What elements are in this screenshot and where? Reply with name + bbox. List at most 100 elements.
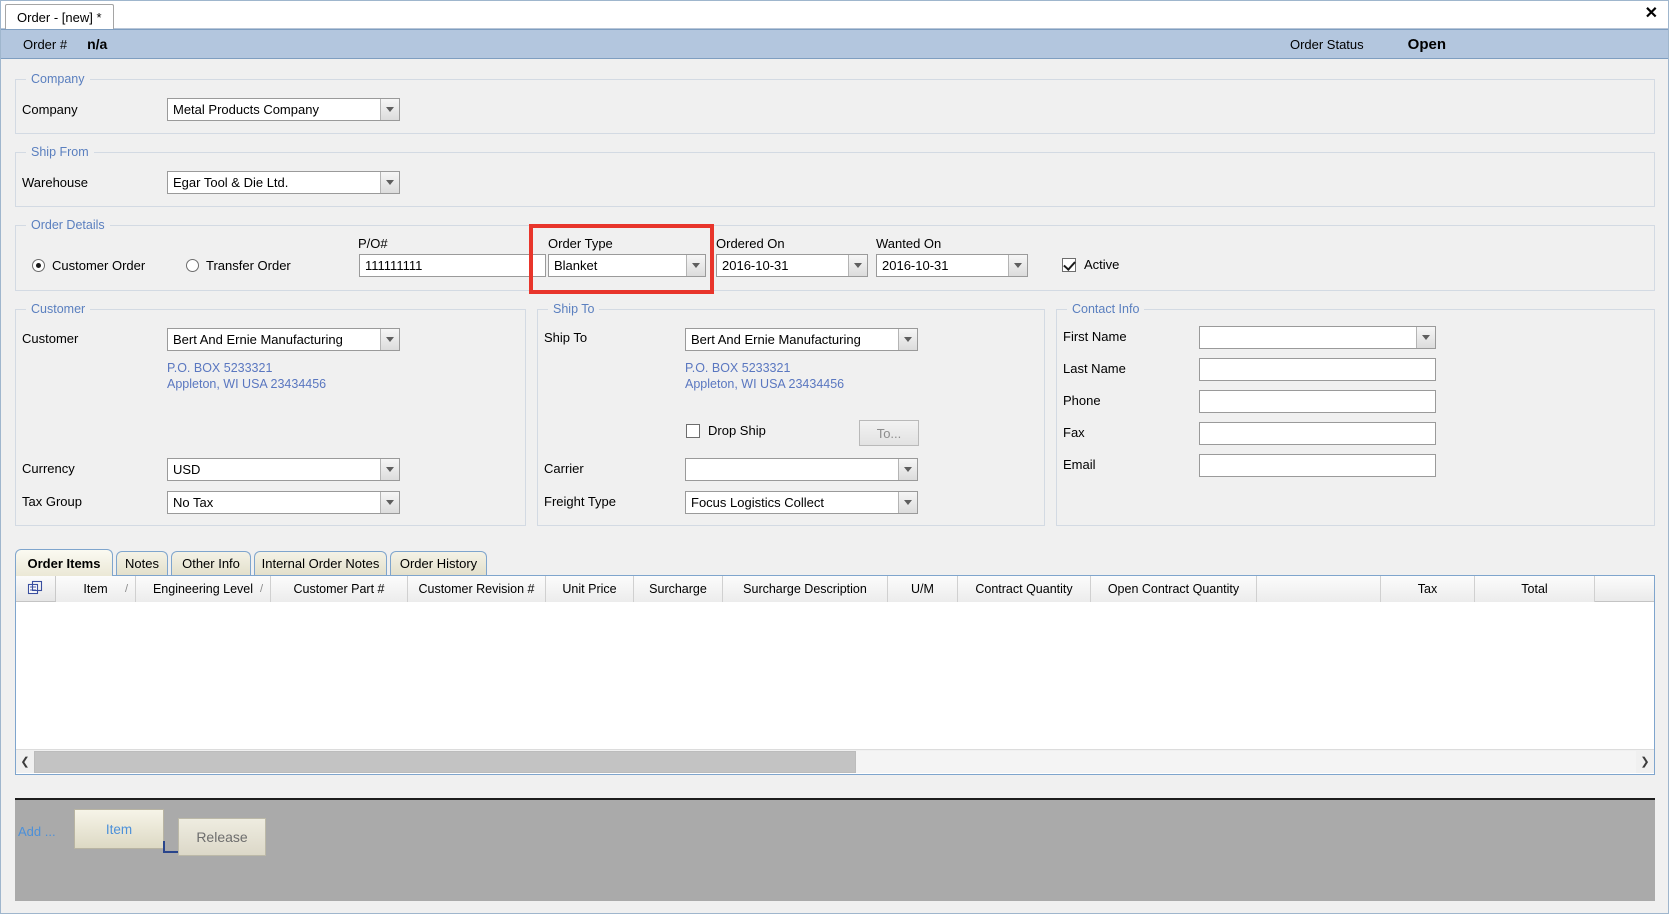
contact-info-group-legend: Contact Info [1067,302,1145,316]
order-status-block: Order Status Open [1290,36,1668,53]
freight-type-combo[interactable]: Focus Logistics Collect [685,491,918,514]
drop-ship-checkbox-label: Drop Ship [708,423,766,438]
grid-select-icon[interactable] [16,576,56,601]
grid-column-header-contract-quantity[interactable]: Contract Quantity [958,576,1091,602]
grid-column-header-unit-price[interactable]: Unit Price [546,576,634,602]
release-button[interactable]: Release [178,818,266,856]
grid-column-header-item[interactable]: Item / [56,576,136,602]
chevron-right-icon[interactable]: ❯ [1636,751,1654,773]
email-input[interactable] [1199,454,1436,477]
grid-column-header-label: U/M [911,582,934,596]
customer-address-line1: P.O. BOX 5233321 [167,361,273,375]
customer-group: Customer Customer Bert And Ernie Manufac… [15,302,526,526]
hscroll-track[interactable] [34,750,1636,773]
chevron-down-icon[interactable] [380,492,399,513]
detail-tabstrip: Order Items Notes Other Info Internal Order… [15,549,1655,576]
freight-type-combo-value: Focus Logistics Collect [691,495,824,510]
tab-order-items[interactable]: Order Items [15,549,113,576]
company-group-legend: Company [26,72,90,86]
chevron-down-icon[interactable] [380,99,399,120]
ship-to-address-line2: Appleton, WI USA 23434456 [685,377,845,391]
tax-group-combo[interactable]: No Tax [167,491,400,514]
grid-body[interactable] [16,602,1654,749]
carrier-combo[interactable] [685,458,918,481]
chevron-down-icon[interactable] [898,459,917,480]
grid-column-header-blank-10[interactable] [1257,576,1381,602]
drop-ship-to-button[interactable]: To... [859,420,919,446]
ordered-on-label: Ordered On [716,236,785,251]
close-icon[interactable]: ✕ [1645,5,1658,23]
radio-transfer-order[interactable]: Transfer Order [186,258,291,273]
tab-notes[interactable]: Notes [116,551,168,575]
grid-column-header-open-contract-quantity[interactable]: Open Contract Quantity [1091,576,1257,602]
grid-column-header-customer-revision[interactable]: Customer Revision # [408,576,546,602]
document-tab-order[interactable]: Order - [new] * [5,4,114,29]
tab-internal-order-notes[interactable]: Internal Order Notes [254,551,387,575]
po-number-input[interactable]: 111111111 [359,254,546,277]
company-combo[interactable]: Metal Products Company [167,98,400,121]
wanted-on-datepicker[interactable]: 2016-10-31 [876,254,1028,277]
chevron-down-icon[interactable] [1008,255,1027,276]
order-header-bar: Order # n/a Order Status Open [1,29,1668,59]
bottom-toolbar: Add ... Item Release [15,798,1655,901]
ship-from-group: Ship From Warehouse Egar Tool & Die Ltd. [15,145,1655,207]
contact-info-group: Contact Info First Name Last Name Phone … [1056,302,1655,526]
wanted-on-label: Wanted On [876,236,942,251]
customer-combo[interactable]: Bert And Ernie Manufacturing [167,328,400,351]
grid-column-header-engineering-level[interactable]: Engineering Level / [136,576,271,602]
radio-transfer-order-label: Transfer Order [206,258,291,273]
sort-indicator-icon[interactable]: / [125,583,128,595]
ship-to-combo-value: Bert And Ernie Manufacturing [691,332,861,347]
chevron-down-icon[interactable] [898,492,917,513]
ship-to-address-line1: P.O. BOX 5233321 [685,361,791,375]
add-item-button[interactable]: Item [74,809,164,849]
ordered-on-datepicker[interactable]: 2016-10-31 [716,254,868,277]
active-checkbox-indicator[interactable] [1062,257,1076,272]
chevron-down-icon[interactable] [1416,327,1435,348]
first-name-combo[interactable] [1199,326,1436,349]
chevron-down-icon[interactable] [380,329,399,350]
chevron-left-icon[interactable]: ❮ [16,751,34,773]
tab-label: Order Items [27,555,101,571]
po-number-label: P/O# [358,236,388,251]
radio-customer-order[interactable]: Customer Order [32,258,145,273]
chevron-down-icon[interactable] [848,255,867,276]
radio-customer-order-indicator[interactable] [32,259,45,272]
last-name-input[interactable] [1199,358,1436,381]
document-tab-label: Order - [new] * [17,10,102,25]
grid-column-header-label: Item [83,582,108,596]
grid-column-header-surcharge-description[interactable]: Surcharge Description [723,576,888,602]
grid-horizontal-scrollbar[interactable]: ❮ ❯ [16,749,1654,773]
grid-column-header-tax[interactable]: Tax [1381,576,1475,602]
grid-column-header-customer-part[interactable]: Customer Part # [271,576,408,602]
currency-combo[interactable]: USD [167,458,400,481]
grid-column-header-total[interactable]: Total [1475,576,1595,602]
grid-column-header-surcharge[interactable]: Surcharge [634,576,723,602]
add-item-button-label: Item [105,821,133,837]
tax-group-combo-value: No Tax [173,495,214,510]
radio-transfer-order-indicator[interactable] [186,259,199,272]
tab-other-info[interactable]: Other Info [171,551,251,575]
email-label: Email [1063,457,1096,472]
warehouse-combo[interactable]: Egar Tool & Die Ltd. [167,171,400,194]
phone-input[interactable] [1199,390,1436,413]
grid-column-header-label: Total [1521,582,1548,596]
drop-ship-checkbox-indicator[interactable] [686,423,700,438]
hscroll-thumb[interactable] [34,750,856,773]
grid-column-header-label: Tax [1417,582,1438,596]
warehouse-combo-value: Egar Tool & Die Ltd. [173,175,289,190]
ship-to-combo[interactable]: Bert And Ernie Manufacturing [685,328,918,351]
chevron-down-icon[interactable] [380,459,399,480]
fax-input[interactable] [1199,422,1436,445]
tab-order-history[interactable]: Order History [390,551,487,575]
active-checkbox[interactable]: Active [1062,257,1119,272]
drop-ship-checkbox[interactable]: Drop Ship [686,423,766,438]
order-type-combo[interactable]: Blanket [548,254,706,277]
grid-column-header-label: Unit Price [562,582,617,596]
chevron-down-icon[interactable] [380,172,399,193]
chevron-down-icon[interactable] [686,255,705,276]
chevron-down-icon[interactable] [898,329,917,350]
sort-indicator-icon[interactable]: / [260,583,263,595]
radio-customer-order-label: Customer Order [52,258,146,273]
grid-column-header-u-m[interactable]: U/M [888,576,958,602]
